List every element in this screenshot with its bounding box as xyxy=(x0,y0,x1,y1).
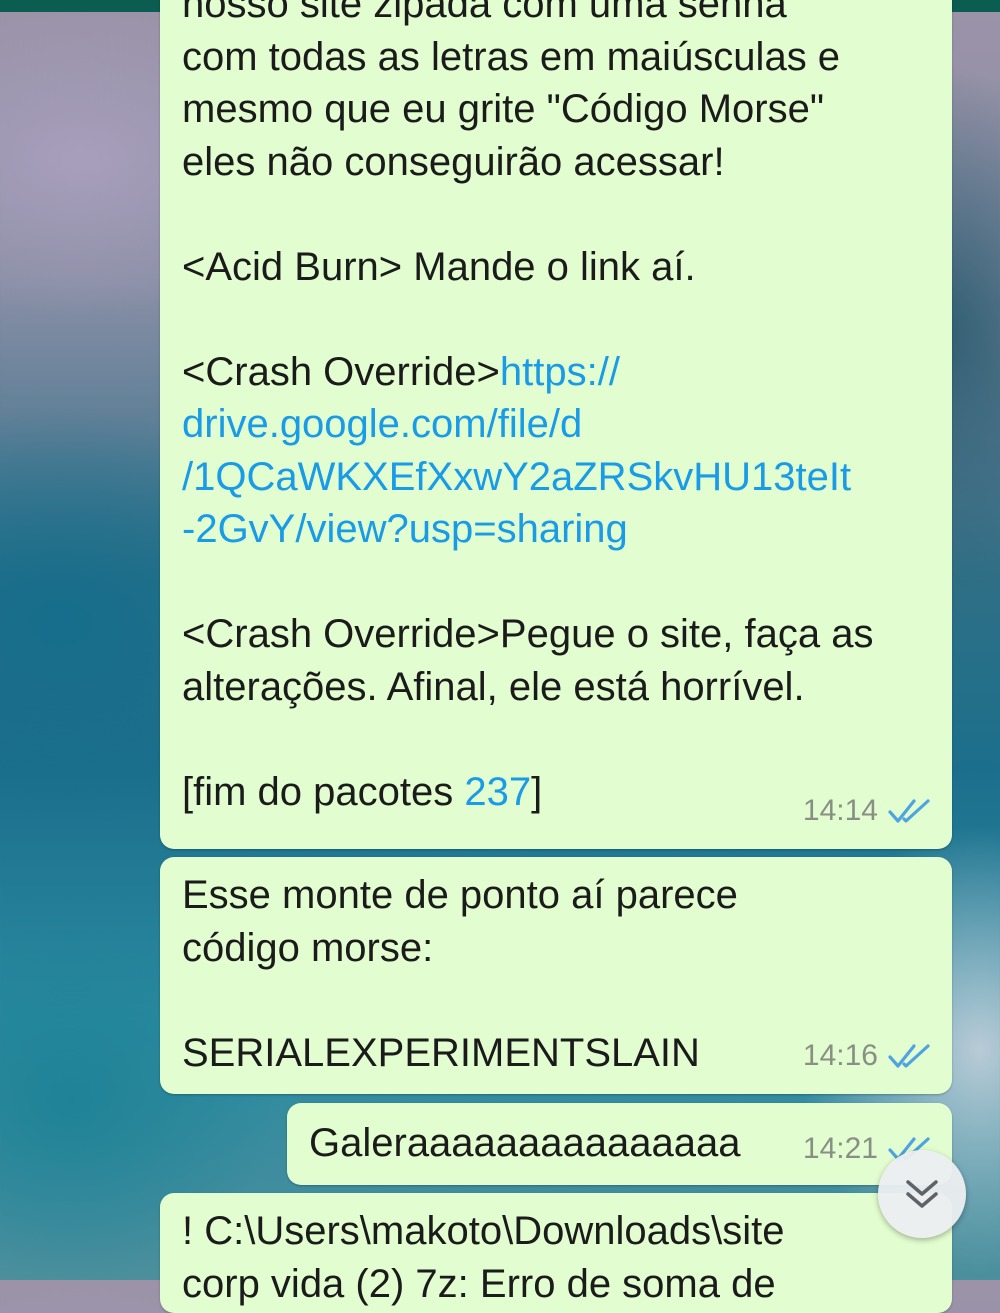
message-line: eles não conseguirão acessar! xyxy=(182,139,725,184)
message-line xyxy=(182,293,930,346)
message-line xyxy=(182,188,930,241)
message-line: ! C:\Users\makoto\Downloads\site xyxy=(182,1209,785,1253)
timestamp: 14:14 xyxy=(802,793,878,827)
message-line xyxy=(182,974,930,1027)
message-line: nosso site zipada com uma senha xyxy=(182,0,787,26)
number-link[interactable]: 237 xyxy=(464,770,531,814)
message-line: alterações. Afinal, ele está horrível. xyxy=(182,664,805,709)
read-ticks-icon xyxy=(888,799,930,823)
message-meta: 14:14 xyxy=(803,785,932,838)
message-text: [fim do pacotes xyxy=(182,769,465,814)
message-line-with-link: <Crash Override>https:// xyxy=(182,346,930,399)
message-line xyxy=(182,713,930,766)
message-line: <Acid Burn> Mande o link aí. xyxy=(182,244,696,289)
message-line: Esse monte de ponto aí parece xyxy=(182,873,738,917)
drive-link-part[interactable]: drive.google.com/file/d xyxy=(182,398,930,451)
message-bubble-4[interactable]: ! C:\Users\makoto\Downloads\site corp vi… xyxy=(160,1193,952,1313)
message-bubble-2[interactable]: Esse monte de ponto aí parece código mor… xyxy=(160,857,952,1094)
sender-tag: <Crash Override> xyxy=(182,349,500,394)
timestamp: 14:21 xyxy=(802,1131,878,1165)
message-line: código morse: xyxy=(182,925,434,970)
message-bubble-3[interactable]: Galeraaaaaaaaaaaaaaa 14:21 xyxy=(287,1103,952,1185)
message-line: corp vida (2) 7z: Erro de soma de xyxy=(182,1261,776,1306)
scroll-to-bottom-button[interactable] xyxy=(878,1150,966,1238)
read-ticks-icon xyxy=(888,1044,930,1068)
message-line: <Crash Override>Pegue o site, faça as xyxy=(182,612,874,656)
timestamp: 14:16 xyxy=(802,1038,878,1072)
message-meta: 14:16 xyxy=(803,1030,932,1083)
drive-link-part[interactable]: /1QCaWKXEfXxwY2aZRSkvHU13teIt xyxy=(182,451,930,504)
message-line: com todas as letras em maiúsculas e xyxy=(182,34,841,79)
message-bubble-1[interactable]: nosso site zipada com uma senha com toda… xyxy=(160,0,952,849)
double-chevron-down-icon xyxy=(906,1180,938,1208)
message-line: mesmo que eu grite "Código Morse" xyxy=(182,87,825,131)
drive-link-part[interactable]: https:// xyxy=(500,350,620,394)
message-text: ] xyxy=(531,769,543,814)
drive-link-part[interactable]: -2GvY/view?usp=sharing xyxy=(182,503,930,556)
message-line xyxy=(182,556,930,609)
